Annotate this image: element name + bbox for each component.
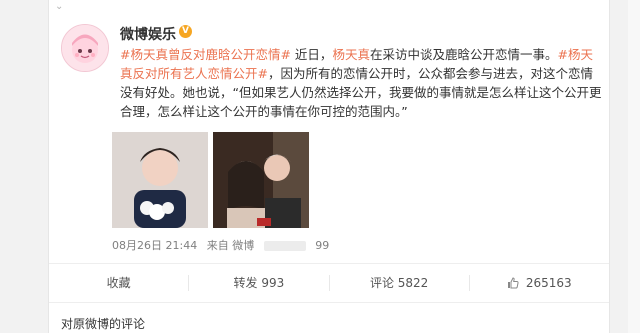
post-content: #杨天真曾反对鹿晗公开恋情# 近日，杨天真在采访中谈及鹿晗公开恋情一事。#杨天真…	[120, 45, 604, 121]
source-suffix: 99	[315, 239, 330, 252]
mention-link[interactable]: 杨天真	[332, 47, 370, 62]
thumbs-up-icon	[507, 277, 519, 289]
timestamp[interactable]: 08月26日 21:44	[112, 239, 197, 252]
post-text: 在采访中谈及鹿晗公开恋情一事。	[369, 47, 558, 62]
post-meta: 08月26日 21:44 来自 微博 99	[112, 237, 335, 253]
favorite-label: 收藏	[106, 276, 131, 290]
repost-label: 转发 993	[233, 276, 285, 290]
username[interactable]: 微博娱乐	[120, 24, 176, 44]
avatar[interactable]	[61, 24, 109, 72]
post-text: 近日，	[290, 47, 333, 62]
like-button[interactable]: 265163	[470, 275, 609, 291]
action-bar: 收藏 转发 993 评论 5822 265163	[49, 263, 609, 303]
like-count: 265163	[525, 276, 572, 290]
verified-badge-icon: V	[179, 25, 192, 38]
comment-button[interactable]: 评论 5822	[330, 275, 470, 291]
scrollbar[interactable]	[628, 0, 640, 333]
comment-label: 评论 5822	[369, 276, 429, 290]
blurred-text	[263, 241, 306, 251]
comment-section-title: 对原微博的评论	[61, 317, 146, 331]
hashtag-link[interactable]: #杨天真曾反对鹿晗公开恋情#	[120, 47, 291, 62]
repost-button[interactable]: 转发 993	[189, 275, 330, 291]
photo-thumbnail[interactable]	[112, 132, 208, 228]
weibo-card: ⌄ 微博娱乐 V #杨天真曾反对鹿晗公开恋情# 近日，杨天真在采访中谈及鹿晗公开…	[48, 0, 610, 333]
favorite-button[interactable]: 收藏	[49, 275, 190, 291]
source-label[interactable]: 来自 微博	[207, 239, 255, 252]
photo-thumbnail[interactable]	[213, 132, 309, 228]
chevron-down-icon[interactable]: ⌄	[55, 2, 67, 12]
